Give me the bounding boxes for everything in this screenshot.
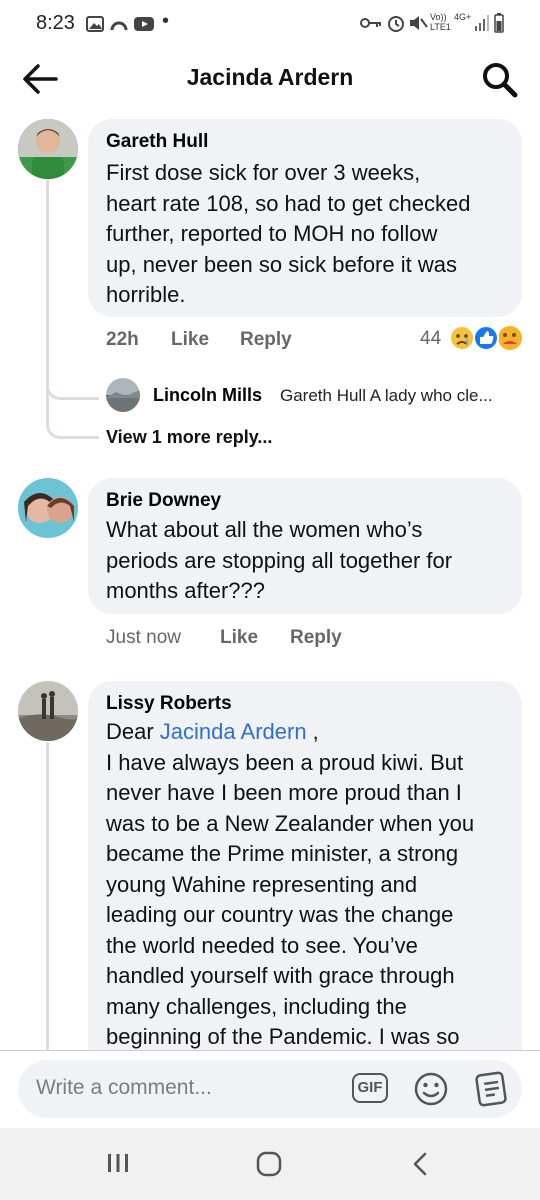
avatar[interactable]: [106, 378, 140, 412]
comment-line: leading our country was the change: [106, 902, 454, 927]
comment-line: up, never been so sick before it was: [106, 251, 457, 277]
avatar-image: [18, 681, 78, 741]
comment-author[interactable]: Gareth Hull: [106, 131, 208, 153]
page-title: Jacinda Ardern: [186, 64, 354, 90]
comment-line: young Wahine representing and: [106, 871, 418, 897]
battery-icon: [494, 13, 504, 33]
volte-label: Vo)) LTE1: [430, 12, 451, 32]
search-icon[interactable]: [480, 60, 520, 100]
comment-line: the world needed to see. You’ve: [106, 932, 418, 958]
comment-actions: Just now Like Reply: [106, 627, 406, 651]
network-type: 4G+: [454, 12, 472, 22]
comment-author[interactable]: Lissy Roberts: [106, 693, 232, 715]
comment-line: I have always been a proud kiwi. But: [106, 749, 464, 775]
view-more-replies[interactable]: View 1 more reply...: [106, 427, 272, 448]
reply-snippet[interactable]: Gareth Hull A lady who cle...: [280, 386, 493, 406]
gif-button[interactable]: GIF: [352, 1073, 388, 1103]
comment-line: Dear Jacinda Ardern ,: [106, 717, 516, 748]
alarm-icon: [388, 16, 404, 32]
reactions-icon[interactable]: [448, 324, 524, 352]
avatar-image: [18, 478, 78, 538]
composer-divider: [0, 1050, 540, 1051]
thread-branch: [46, 390, 99, 439]
back-nav-icon[interactable]: [408, 1150, 432, 1178]
gallery-icon: [86, 16, 104, 32]
signal-icon: [475, 15, 489, 31]
avatar-image: [18, 119, 78, 179]
comment-text: What about all the women who’s periods a…: [106, 515, 516, 607]
comment-line: heart rate 108, so had to get checked: [106, 190, 471, 216]
greeting: Dear: [106, 719, 160, 744]
reply-author[interactable]: Lincoln Mills: [153, 385, 262, 406]
comment-line: What about all the women who’s: [106, 517, 423, 542]
comment-author[interactable]: Brie Downey: [106, 490, 221, 512]
comment-line: never have I been more proud than I: [106, 780, 462, 805]
avatar[interactable]: [18, 681, 78, 741]
comment-actions: 22h Like Reply: [106, 329, 406, 353]
like-button[interactable]: Like: [220, 627, 258, 649]
sticker-icon[interactable]: [472, 1069, 512, 1109]
comment-text: First dose sick for over 3 weeks, heart …: [106, 158, 516, 311]
like-button[interactable]: Like: [171, 329, 209, 351]
home-icon[interactable]: [255, 1150, 283, 1178]
comment-timestamp: Just now: [106, 627, 181, 648]
greeting-end: ,: [306, 719, 319, 744]
youtube-icon: [134, 17, 154, 31]
comment-line: beginning of the Pandemic. I was so: [106, 1024, 460, 1049]
vpn-key-icon: [360, 18, 381, 28]
comment-line: became the Prime minister, a strong: [106, 841, 459, 866]
mention-link[interactable]: Jacinda Ardern: [160, 719, 307, 744]
comment-line: was to be a New Zealander when you: [106, 810, 475, 836]
messenger-notification-icon: [110, 21, 128, 31]
status-time: 8:23: [36, 12, 75, 34]
avatar-image: [106, 378, 140, 412]
comment-line: horrible.: [106, 282, 186, 307]
gif-label: GIF: [357, 1079, 383, 1096]
status-bar: 8:23 • Vo)) LTE1 4G+: [0, 0, 540, 48]
avatar[interactable]: [18, 478, 78, 538]
comment-line: many challenges, including the: [106, 993, 407, 1019]
mute-icon: [410, 16, 428, 30]
status-dot: •: [162, 10, 170, 32]
comment-timestamp: 22h: [106, 329, 139, 350]
comment-line: periods are stopping all together for: [106, 547, 453, 573]
avatar[interactable]: [18, 119, 78, 179]
comment-text: Dear Jacinda Ardern , I have always been…: [106, 717, 516, 1053]
emoji-icon[interactable]: [413, 1071, 449, 1107]
comment-line: further, reported to MOH no follow: [106, 221, 438, 246]
reply-button[interactable]: Reply: [290, 627, 342, 649]
comment-line: handled yourself with grace through: [106, 963, 455, 988]
comment-input-placeholder: Write a comment...: [36, 1076, 212, 1099]
reaction-count[interactable]: 44: [420, 328, 441, 350]
thread-line: [46, 742, 49, 1052]
comment-line: First dose sick for over 3 weeks,: [106, 160, 421, 185]
recent-apps-icon[interactable]: [106, 1151, 130, 1175]
comment-line: months after???: [106, 578, 265, 603]
reply-button[interactable]: Reply: [240, 329, 292, 351]
